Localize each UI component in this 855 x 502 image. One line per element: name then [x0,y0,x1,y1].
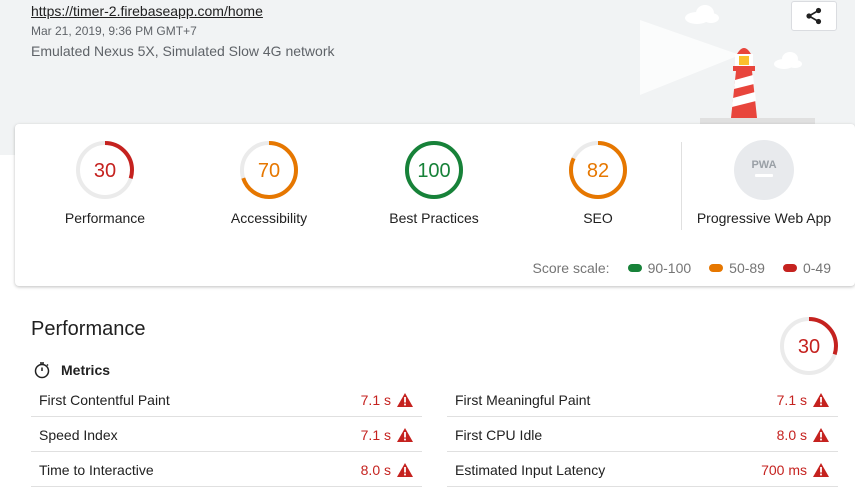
gauge-label: Best Practices [389,210,479,226]
metric-value: 8.0 s [776,426,807,443]
metric-value: 8.0 s [360,461,391,478]
metric-value: 7.1 s [360,426,391,443]
gauge-accessibility[interactable]: 70 Accessibility [194,140,344,226]
gauge-score: 70 [258,160,280,182]
divider [681,142,682,230]
warning-icon [813,462,829,477]
share-button[interactable] [791,1,837,31]
metric-row: Speed Index 7.1 s [31,418,422,452]
metric-name: Time to Interactive [39,461,154,478]
scale-pass-pill [627,264,642,272]
gauge-score: 82 [587,160,609,182]
lighthouse-illustration [640,5,815,124]
warning-icon [813,427,829,442]
scale-fail-pill [782,264,797,272]
warning-icon [397,462,413,477]
metric-value: 7.1 s [776,391,807,408]
gauge-score: 100 [417,160,450,182]
share-icon [806,7,822,25]
metric-name: Estimated Input Latency [455,461,606,478]
metric-value: 7.1 s [360,391,391,408]
report-timestamp: Mar 21, 2019, 9:36 PM GMT+7 [31,24,197,38]
metrics-label: Metrics [61,362,111,378]
gauge-label: Performance [64,210,146,226]
pwa-badge-text: PWA [751,159,776,171]
scale-average-pill [709,264,724,272]
gauge-label: SEO [583,210,613,226]
metric-row: First Contentful Paint 7.1 s [31,383,422,417]
performance-section-title: Performance [31,318,146,340]
metric-row: Estimated Input Latency 700 ms [447,453,838,487]
metric-name: First Contentful Paint [39,391,170,408]
gauge-performance[interactable]: 30 Performance [30,140,180,226]
scale-fail-range: 0-49 [802,260,831,276]
metrics-header: Metrics [33,361,110,379]
metric-row: First CPU Idle 8.0 s [447,418,838,452]
metric-name: Speed Index [39,426,118,443]
gauge-score: 30 [798,336,820,358]
metric-name: First Meaningful Paint [455,391,591,408]
gauge-label: Progressive Web App [696,210,832,226]
performance-section-gauge: 30 [780,317,838,375]
score-scale: Score scale: 90-100 50-89 0-49 [533,260,831,276]
metric-row: Time to Interactive 8.0 s [31,453,422,487]
page-url-link[interactable]: https://timer-2.firebaseapp.com/home [31,3,263,19]
score-scale-label: Score scale: [532,260,610,276]
scale-pass-range: 90-100 [647,260,692,276]
warning-icon [397,392,413,407]
gauge-label: Accessibility [230,210,308,226]
warning-icon [397,427,413,442]
stopwatch-icon [34,362,50,379]
scale-average-range: 50-89 [729,260,765,276]
pwa-badge-dash [755,174,773,177]
warning-icon [813,392,829,407]
summary-card: 30 Performance 70 Accessibility 100 Best… [15,124,855,286]
gauge-pwa[interactable]: PWA Progressive Web App [689,140,839,226]
gauge-score: 30 [94,160,116,182]
environment-info: Emulated Nexus 5X, Simulated Slow 4G net… [31,43,335,59]
metric-name: First CPU Idle [455,426,543,443]
gauge-seo[interactable]: 82 SEO [523,140,673,226]
gauge-best-practices[interactable]: 100 Best Practices [359,140,509,226]
metric-row: First Meaningful Paint 7.1 s [447,383,838,417]
metric-value: 700 ms [761,461,807,478]
